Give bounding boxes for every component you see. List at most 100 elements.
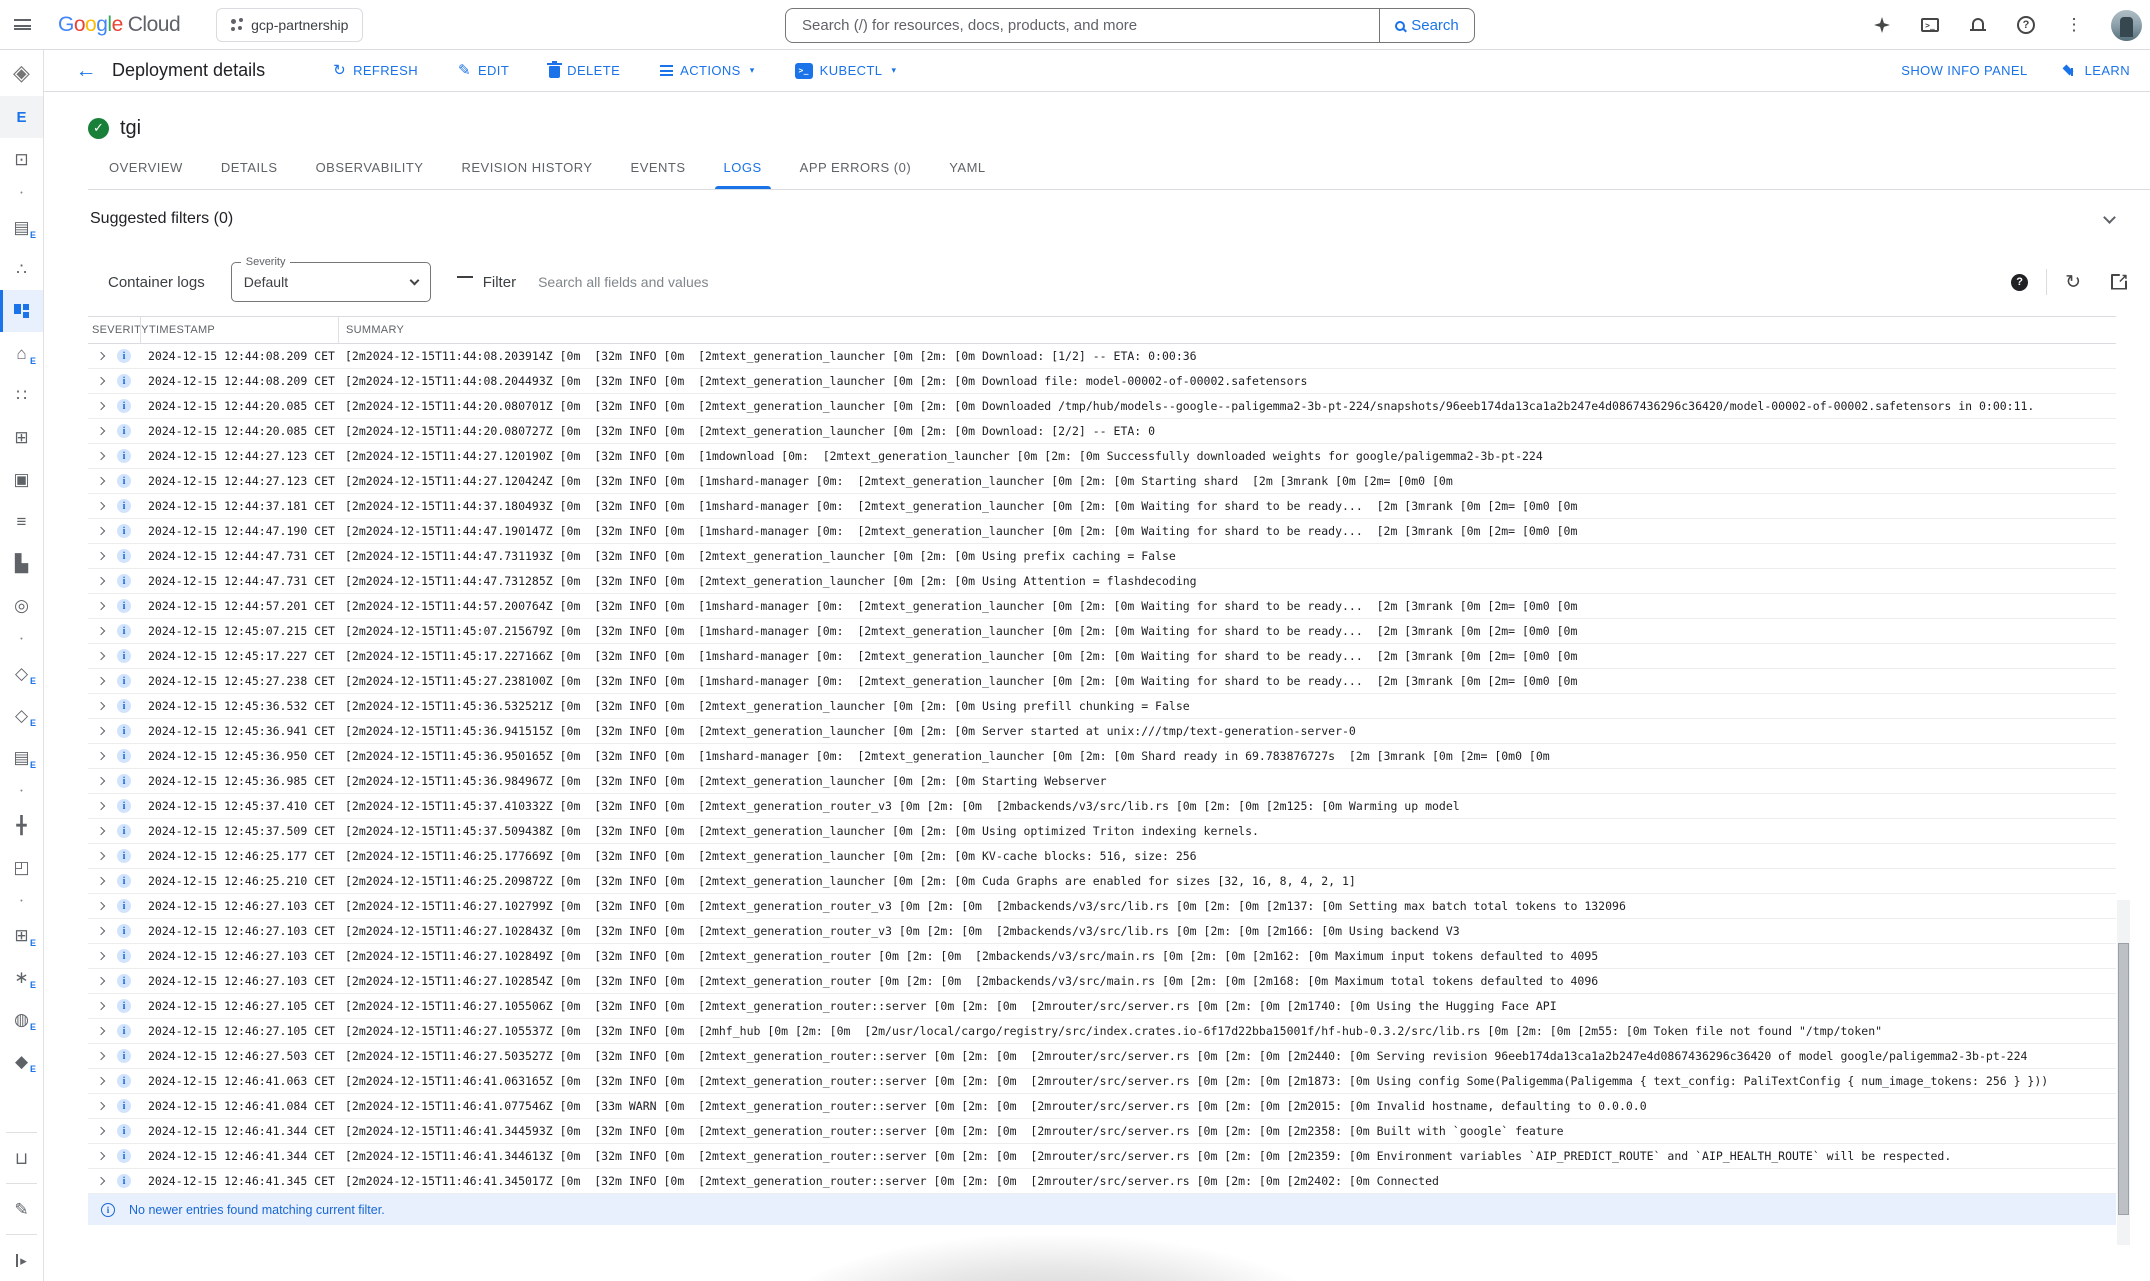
tab[interactable]: LOGS bbox=[705, 146, 781, 189]
expand-chevron-icon[interactable] bbox=[98, 1101, 108, 1111]
log-row[interactable]: i 2024-12-15 12:46:27.105 CET [2m2024-12… bbox=[88, 994, 2116, 1019]
log-row[interactable]: i 2024-12-15 12:45:27.238 CET [2m2024-12… bbox=[88, 669, 2116, 694]
expand-chevron-icon[interactable] bbox=[98, 926, 108, 936]
log-row[interactable]: i 2024-12-15 12:46:25.210 CET [2m2024-12… bbox=[88, 869, 2116, 894]
refresh-button[interactable]: ↻ REFRESH bbox=[333, 63, 418, 78]
log-row[interactable]: i 2024-12-15 12:44:20.085 CET [2m2024-12… bbox=[88, 419, 2116, 444]
log-row[interactable]: i 2024-12-15 12:45:07.215 CET [2m2024-12… bbox=[88, 619, 2116, 644]
log-row[interactable]: i 2024-12-15 12:44:37.181 CET [2m2024-12… bbox=[88, 494, 2116, 519]
expand-chevron-icon[interactable] bbox=[98, 626, 108, 636]
helm-icon[interactable]: ◎ bbox=[0, 584, 43, 626]
registry-e-icon[interactable]: ⌂ E bbox=[0, 332, 43, 374]
more-vert-icon[interactable]: ⋮ bbox=[2063, 14, 2085, 36]
delete-button[interactable]: DELETE bbox=[549, 63, 620, 78]
log-row[interactable]: i 2024-12-15 12:46:25.177 CET [2m2024-12… bbox=[88, 844, 2116, 869]
expand-chevron-icon[interactable] bbox=[98, 676, 108, 686]
expand-chevron-icon[interactable] bbox=[98, 901, 108, 911]
expand-chevron-icon[interactable] bbox=[98, 776, 108, 786]
dots-cluster-icon[interactable]: ∴ bbox=[0, 248, 43, 290]
pinned-e-item[interactable]: E bbox=[0, 96, 43, 138]
edit-button[interactable]: ✎ EDIT bbox=[458, 63, 509, 78]
expand-chevron-icon[interactable] bbox=[98, 1076, 108, 1086]
shield-e-icon[interactable]: ◆ E bbox=[0, 1040, 43, 1082]
notifications-bell-icon[interactable] bbox=[1967, 14, 1989, 36]
windows-icon[interactable]: ⊞ bbox=[0, 416, 43, 458]
log-row[interactable]: i 2024-12-15 12:46:27.105 CET [2m2024-12… bbox=[88, 1019, 2116, 1044]
expand-chevron-icon[interactable] bbox=[98, 376, 108, 386]
project-picker[interactable]: gcp-partnership bbox=[216, 8, 363, 42]
log-row[interactable]: i 2024-12-15 12:45:17.227 CET [2m2024-12… bbox=[88, 644, 2116, 669]
log-row[interactable]: i 2024-12-15 12:44:57.201 CET [2m2024-12… bbox=[88, 594, 2116, 619]
search-button[interactable]: Search bbox=[1379, 9, 1474, 42]
expand-chevron-icon[interactable] bbox=[98, 801, 108, 811]
badge-card-e-icon[interactable]: ▤ E bbox=[0, 736, 43, 778]
list-menu-icon[interactable]: ≡ bbox=[0, 500, 43, 542]
workloads-icon[interactable] bbox=[0, 290, 43, 332]
expand-chevron-icon[interactable] bbox=[98, 701, 108, 711]
search-input[interactable]: Search (/) for resources, docs, products… bbox=[786, 17, 1379, 34]
expand-chevron-icon[interactable] bbox=[98, 1026, 108, 1036]
log-row[interactable]: i 2024-12-15 12:44:47.731 CET [2m2024-12… bbox=[88, 569, 2116, 594]
open-in-new-icon[interactable] bbox=[2111, 275, 2126, 290]
expand-chevron-icon[interactable] bbox=[98, 851, 108, 861]
log-row[interactable]: i 2024-12-15 12:45:36.532 CET [2m2024-12… bbox=[88, 694, 2116, 719]
cloud-shell-icon[interactable]: >_ bbox=[1919, 14, 1941, 36]
expand-chevron-icon[interactable] bbox=[98, 451, 108, 461]
log-row[interactable]: i 2024-12-15 12:46:27.103 CET [2m2024-12… bbox=[88, 919, 2116, 944]
expand-chevron-icon[interactable] bbox=[98, 551, 108, 561]
collapse-rail-icon[interactable]: ▸ bbox=[0, 1239, 43, 1281]
log-row[interactable]: i 2024-12-15 12:45:36.985 CET [2m2024-12… bbox=[88, 769, 2116, 794]
log-row[interactable]: i 2024-12-15 12:46:27.103 CET [2m2024-12… bbox=[88, 969, 2116, 994]
tab[interactable]: REVISION HISTORY bbox=[442, 146, 611, 189]
expand-chevron-icon[interactable] bbox=[98, 351, 108, 361]
log-row[interactable]: i 2024-12-15 12:45:36.941 CET [2m2024-12… bbox=[88, 719, 2116, 744]
crop-icon[interactable]: ◰ bbox=[0, 846, 43, 888]
log-row[interactable]: i 2024-12-15 12:46:41.344 CET [2m2024-12… bbox=[88, 1119, 2116, 1144]
expand-chevron-icon[interactable] bbox=[98, 726, 108, 736]
expand-chevron-icon[interactable] bbox=[98, 951, 108, 961]
back-arrow-icon[interactable]: ← bbox=[68, 59, 104, 83]
help-filled-icon[interactable]: ? bbox=[2011, 274, 2028, 291]
log-row[interactable]: i 2024-12-15 12:44:47.731 CET [2m2024-12… bbox=[88, 544, 2116, 569]
log-row[interactable]: i 2024-12-15 12:44:27.123 CET [2m2024-12… bbox=[88, 444, 2116, 469]
bell-e-icon[interactable]: ◍ E bbox=[0, 998, 43, 1040]
severity-select[interactable]: Severity Default bbox=[231, 262, 431, 302]
expand-chevron-icon[interactable] bbox=[98, 1001, 108, 1011]
log-row[interactable]: i 2024-12-15 12:45:37.509 CET [2m2024-12… bbox=[88, 819, 2116, 844]
storage-box-icon[interactable]: ▣ bbox=[0, 458, 43, 500]
scrollbar-thumb[interactable] bbox=[2118, 943, 2129, 1215]
log-row[interactable]: i 2024-12-15 12:46:41.063 CET [2m2024-12… bbox=[88, 1069, 2116, 1094]
expand-chevron-icon[interactable] bbox=[98, 651, 108, 661]
expand-chevron-icon[interactable] bbox=[98, 976, 108, 986]
spark-e-icon[interactable]: ∗ E bbox=[0, 956, 43, 998]
main-menu-icon[interactable] bbox=[0, 0, 44, 50]
log-row[interactable]: i 2024-12-15 12:46:27.103 CET [2m2024-12… bbox=[88, 894, 2116, 919]
duplicate-squares-icon[interactable]: ⊡ bbox=[0, 138, 43, 180]
cube-e-icon-2[interactable]: ◇ E bbox=[0, 694, 43, 736]
squares-e-icon[interactable]: ⊞ E bbox=[0, 914, 43, 956]
show-info-panel-button[interactable]: SHOW INFO PANEL bbox=[1901, 63, 2027, 78]
tab[interactable]: OBSERVABILITY bbox=[297, 146, 443, 189]
expand-chevron-icon[interactable] bbox=[98, 1151, 108, 1161]
expand-chevron-icon[interactable] bbox=[98, 426, 108, 436]
network-tree-icon[interactable]: ╋ bbox=[0, 804, 43, 846]
release-notes-icon[interactable]: ✎ bbox=[0, 1188, 43, 1230]
product-logo-icon[interactable]: ◈ bbox=[0, 50, 43, 96]
tab[interactable]: OVERVIEW bbox=[90, 146, 202, 189]
expand-chevron-icon[interactable] bbox=[98, 476, 108, 486]
log-row[interactable]: i 2024-12-15 12:44:27.123 CET [2m2024-12… bbox=[88, 469, 2116, 494]
tab[interactable]: APP ERRORS (0) bbox=[781, 146, 931, 189]
log-row[interactable]: i 2024-12-15 12:44:08.209 CET [2m2024-12… bbox=[88, 369, 2116, 394]
cube-e-icon[interactable]: ◇ E bbox=[0, 652, 43, 694]
expand-chevron-icon[interactable] bbox=[98, 1126, 108, 1136]
apps-grid-icon[interactable]: ∷ bbox=[0, 374, 43, 416]
expand-chevron-icon[interactable] bbox=[98, 401, 108, 411]
gemini-sparkle-icon[interactable] bbox=[1871, 14, 1893, 36]
google-cloud-logo[interactable]: Google Cloud bbox=[58, 13, 180, 37]
tab[interactable]: EVENTS bbox=[612, 146, 705, 189]
card-e-icon[interactable]: ▤ E bbox=[0, 206, 43, 248]
help-icon[interactable]: ? bbox=[2015, 14, 2037, 36]
log-row[interactable]: i 2024-12-15 12:45:36.950 CET [2m2024-12… bbox=[88, 744, 2116, 769]
log-row[interactable]: i 2024-12-15 12:45:37.410 CET [2m2024-12… bbox=[88, 794, 2116, 819]
expand-chevron-icon[interactable] bbox=[98, 1176, 108, 1186]
